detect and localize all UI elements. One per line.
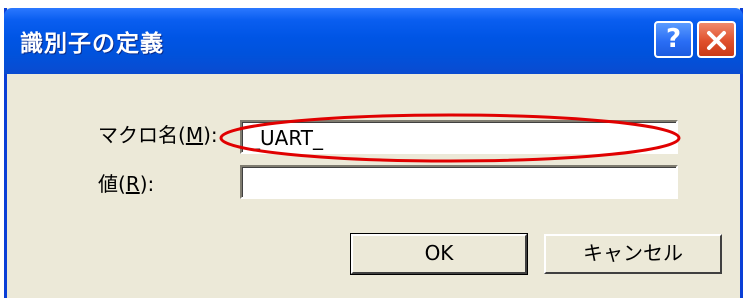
help-icon: ? xyxy=(665,24,682,54)
highlight-ellipse xyxy=(219,113,681,163)
value-label: 値(R): xyxy=(98,172,155,196)
close-icon xyxy=(707,31,726,50)
help-button[interactable]: ? xyxy=(654,21,693,58)
ok-button[interactable]: OK xyxy=(350,233,528,275)
value-input[interactable] xyxy=(240,165,678,199)
macro-name-label: マクロ名(M): xyxy=(98,123,218,147)
close-button[interactable] xyxy=(697,21,736,58)
cancel-button[interactable]: キャンセル xyxy=(544,234,722,274)
title-bar[interactable]: 識別子の定義 ? xyxy=(4,8,743,74)
dialog-title: 識別子の定義 xyxy=(20,31,164,57)
